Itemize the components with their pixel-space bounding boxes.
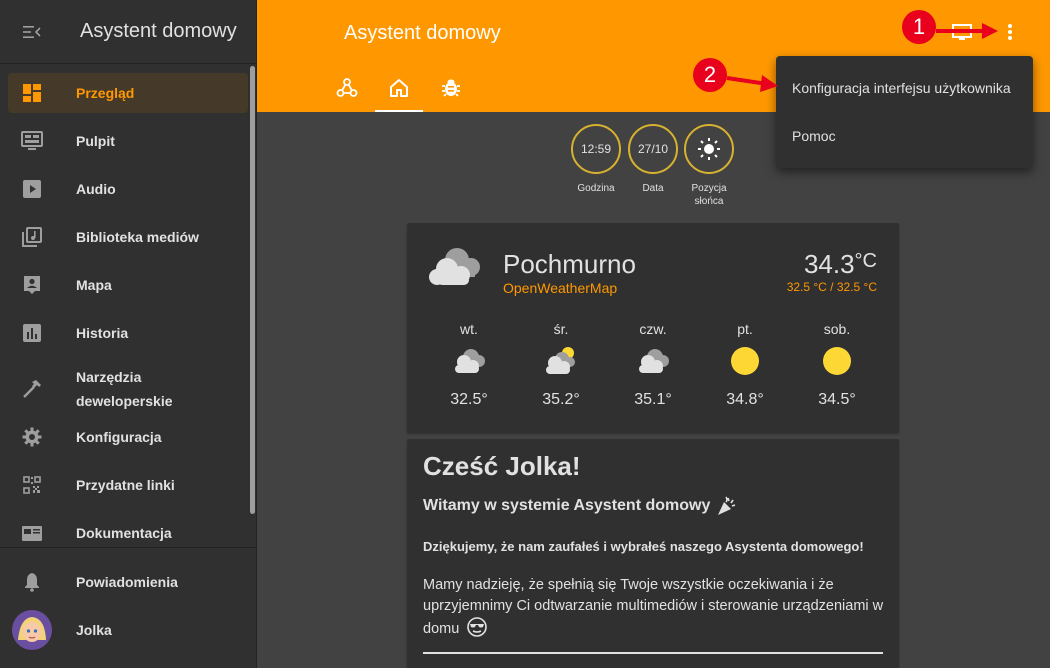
annotation-arrows <box>726 23 998 92</box>
annotation-arrow-1 <box>936 23 998 39</box>
annotation-arrow-2 <box>726 75 778 92</box>
